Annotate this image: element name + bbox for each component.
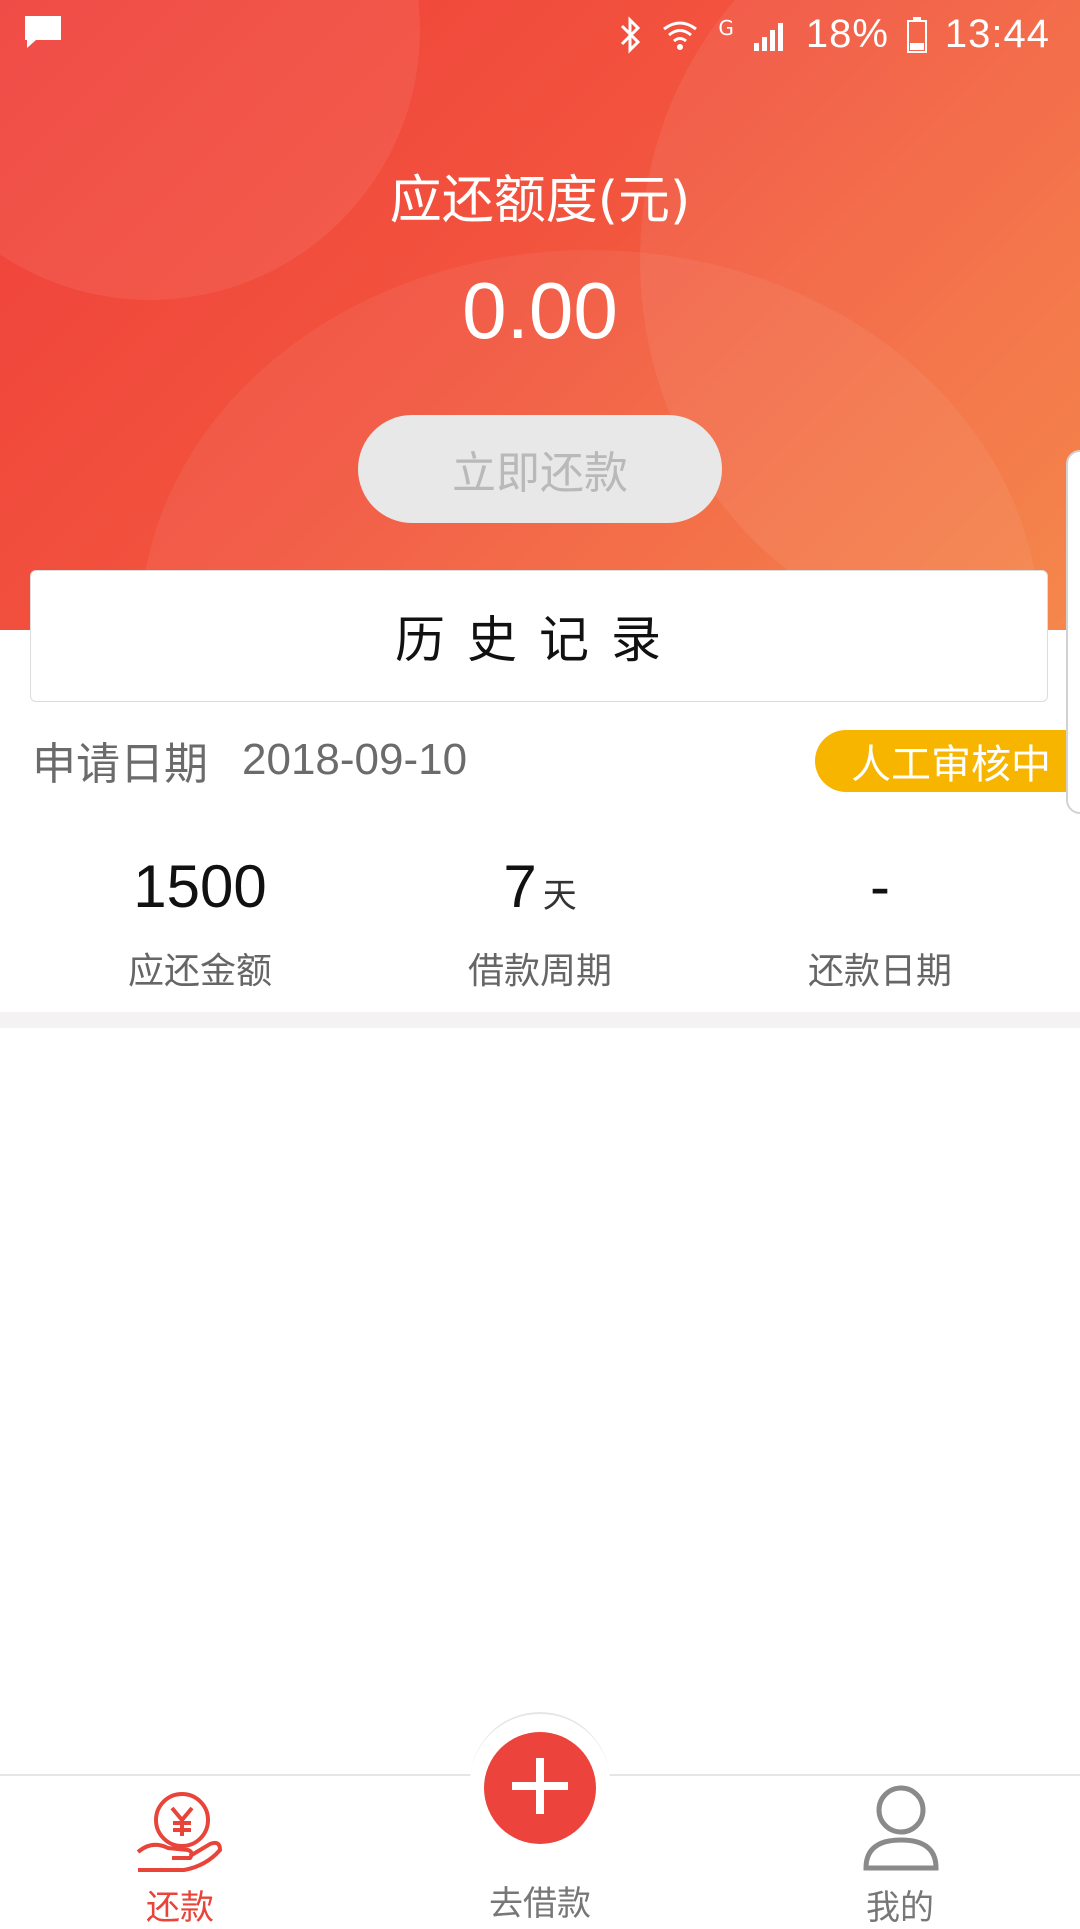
tab-mine-label: 我的 — [866, 1888, 934, 1928]
stat-value: 7 — [503, 853, 537, 920]
signal-icon — [752, 19, 788, 51]
loan-stats: 1500 应还金额 7天 借款周期 - 还款日期 — [0, 852, 1080, 992]
tab-repay-label: 还款 — [146, 1888, 214, 1928]
apply-date-label: 申请日期 — [32, 739, 208, 790]
message-icon — [22, 14, 64, 50]
repay-hand-icon — [132, 1786, 228, 1878]
stat-value: 1500 — [133, 853, 267, 920]
battery-percent: 18% — [805, 12, 889, 56]
section-divider — [0, 1012, 1080, 1028]
plus-icon — [508, 1754, 572, 1822]
review-status-badge: 人工审核中 — [815, 730, 1080, 792]
network-type: G — [718, 15, 734, 40]
header-banner: G 18% 13:44 应还额度(元) 0.00 立即还款 — [0, 0, 1080, 630]
stat-unit: 天 — [542, 876, 577, 916]
due-amount-value: 0.00 — [462, 266, 618, 355]
status-bar: G 18% 13:44 — [0, 0, 1080, 72]
due-amount-title: 应还额度(元) — [389, 171, 691, 231]
user-icon — [860, 1782, 942, 1878]
clock: 13:44 — [944, 12, 1050, 56]
bluetooth-icon — [618, 15, 642, 54]
stat-label: 还款日期 — [807, 951, 952, 992]
wifi-icon — [660, 17, 700, 53]
borrow-plus-button[interactable] — [484, 1732, 596, 1844]
stat-due-amount: 1500 应还金额 — [20, 852, 380, 994]
apply-date-value: 2018-09-10 — [242, 735, 468, 784]
tab-borrow-label: 去借款 — [489, 1884, 591, 1924]
stat-repay-date: - 还款日期 — [700, 852, 1060, 994]
stat-loan-period: 7天 借款周期 — [360, 852, 720, 994]
battery-icon — [906, 16, 927, 53]
edge-panel-handle[interactable] — [1066, 450, 1080, 814]
stat-label: 应还金额 — [127, 951, 272, 992]
stat-label: 借款周期 — [467, 951, 612, 992]
history-records-button[interactable]: 历史记录 — [30, 570, 1048, 702]
repay-now-button[interactable]: 立即还款 — [358, 415, 722, 523]
apply-date-row: 申请日期 2018-09-10 — [32, 730, 467, 790]
stat-value: - — [870, 853, 890, 920]
